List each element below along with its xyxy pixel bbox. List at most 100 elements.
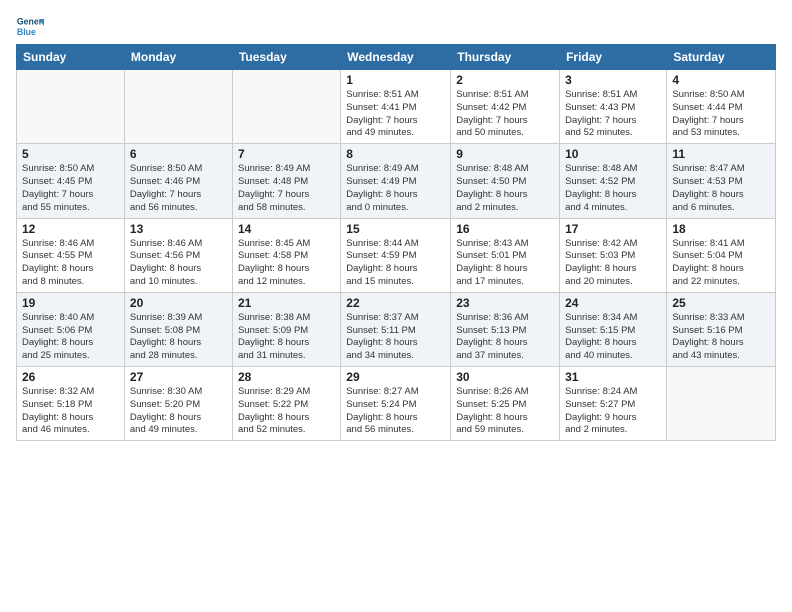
calendar-table: SundayMondayTuesdayWednesdayThursdayFrid…	[16, 44, 776, 441]
day-number: 19	[22, 296, 119, 310]
weekday-header-friday: Friday	[560, 45, 667, 70]
weekday-header-saturday: Saturday	[667, 45, 776, 70]
day-number: 18	[672, 222, 770, 236]
calendar-cell: 2Sunrise: 8:51 AM Sunset: 4:42 PM Daylig…	[451, 70, 560, 144]
day-number: 15	[346, 222, 445, 236]
calendar-cell: 4 Sunrise: 8:50 AM Sunset: 4:44 PM Daylig…	[667, 70, 776, 144]
day-number: 11	[672, 147, 770, 161]
calendar-cell	[667, 367, 776, 441]
calendar-week-row: 5Sunrise: 8:50 AM Sunset: 4:45 PM Daylig…	[17, 144, 776, 218]
day-number: 1	[346, 73, 445, 87]
day-number: 4	[672, 73, 770, 87]
day-number: 25	[672, 296, 770, 310]
day-number: 10	[565, 147, 661, 161]
calendar-cell: 14Sunrise: 8:45 AM Sunset: 4:58 PM Dayli…	[232, 218, 340, 292]
day-number: 28	[238, 370, 335, 384]
day-info: Sunrise: 8:48 AM Sunset: 4:52 PM Dayligh…	[565, 163, 661, 214]
day-info: Sunrise: 8:50 AM Sunset: 4:45 PM Dayligh…	[22, 163, 119, 214]
calendar-cell: 26 Sunrise: 8:32 AM Sunset: 5:18 PM Dayli…	[17, 367, 125, 441]
day-info: Sunrise: 8:51 AM Sunset: 4:43 PM Dayligh…	[565, 89, 661, 140]
weekday-header-row: SundayMondayTuesdayWednesdayThursdayFrid…	[17, 45, 776, 70]
logo: General Blue	[16, 12, 44, 40]
calendar-cell: 31Sunrise: 8:24 AM Sunset: 5:27 PM Dayli…	[560, 367, 667, 441]
day-number: 17	[565, 222, 661, 236]
day-number: 9	[456, 147, 554, 161]
day-info: Sunrise: 8:51 AM Sunset: 4:41 PM Dayligh…	[346, 89, 445, 140]
weekday-header-thursday: Thursday	[451, 45, 560, 70]
weekday-header-sunday: Sunday	[17, 45, 125, 70]
calendar-week-row: 26 Sunrise: 8:32 AM Sunset: 5:18 PM Dayli…	[17, 367, 776, 441]
day-info: Sunrise: 8:24 AM Sunset: 5:27 PM Dayligh…	[565, 386, 661, 437]
day-info: Sunrise: 8:41 AM Sunset: 5:04 PM Dayligh…	[672, 238, 770, 289]
calendar-week-row: 1 Sunrise: 8:51 AM Sunset: 4:41 PM Daylig…	[17, 70, 776, 144]
day-number: 24	[565, 296, 661, 310]
calendar-cell	[232, 70, 340, 144]
day-info: Sunrise: 8:32 AM Sunset: 5:18 PM Dayligh…	[22, 386, 119, 437]
day-number: 26	[22, 370, 119, 384]
calendar-cell: 22 Sunrise: 8:37 AM Sunset: 5:11 PM Dayli…	[341, 292, 451, 366]
calendar-cell: 3 Sunrise: 8:51 AM Sunset: 4:43 PM Daylig…	[560, 70, 667, 144]
day-number: 8	[346, 147, 445, 161]
day-number: 30	[456, 370, 554, 384]
day-number: 16	[456, 222, 554, 236]
day-number: 12	[22, 222, 119, 236]
day-info: Sunrise: 8:48 AM Sunset: 4:50 PM Dayligh…	[456, 163, 554, 214]
day-info: Sunrise: 8:49 AM Sunset: 4:48 PM Dayligh…	[238, 163, 335, 214]
day-info: Sunrise: 8:40 AM Sunset: 5:06 PM Dayligh…	[22, 312, 119, 363]
day-info: Sunrise: 8:47 AM Sunset: 4:53 PM Dayligh…	[672, 163, 770, 214]
calendar-cell: 6 Sunrise: 8:50 AM Sunset: 4:46 PM Daylig…	[124, 144, 232, 218]
svg-text:General: General	[17, 16, 44, 26]
calendar-week-row: 19 Sunrise: 8:40 AM Sunset: 5:06 PM Dayli…	[17, 292, 776, 366]
calendar-cell: 11 Sunrise: 8:47 AM Sunset: 4:53 PM Dayli…	[667, 144, 776, 218]
calendar-cell: 13 Sunrise: 8:46 AM Sunset: 4:56 PM Dayli…	[124, 218, 232, 292]
day-number: 6	[130, 147, 227, 161]
day-info: Sunrise: 8:33 AM Sunset: 5:16 PM Dayligh…	[672, 312, 770, 363]
calendar-cell: 12 Sunrise: 8:46 AM Sunset: 4:55 PM Dayli…	[17, 218, 125, 292]
calendar-cell: 8Sunrise: 8:49 AM Sunset: 4:49 PM Daylig…	[341, 144, 451, 218]
calendar-cell	[124, 70, 232, 144]
header: General Blue	[16, 12, 776, 40]
calendar-cell: 29 Sunrise: 8:27 AM Sunset: 5:24 PM Dayli…	[341, 367, 451, 441]
svg-text:Blue: Blue	[17, 27, 36, 37]
calendar-cell	[17, 70, 125, 144]
day-info: Sunrise: 8:37 AM Sunset: 5:11 PM Dayligh…	[346, 312, 445, 363]
calendar-cell: 9 Sunrise: 8:48 AM Sunset: 4:50 PM Daylig…	[451, 144, 560, 218]
day-info: Sunrise: 8:45 AM Sunset: 4:58 PM Dayligh…	[238, 238, 335, 289]
weekday-header-tuesday: Tuesday	[232, 45, 340, 70]
calendar-cell: 27 Sunrise: 8:30 AM Sunset: 5:20 PM Dayli…	[124, 367, 232, 441]
day-info: Sunrise: 8:50 AM Sunset: 4:44 PM Dayligh…	[672, 89, 770, 140]
calendar-cell: 19 Sunrise: 8:40 AM Sunset: 5:06 PM Dayli…	[17, 292, 125, 366]
day-info: Sunrise: 8:27 AM Sunset: 5:24 PM Dayligh…	[346, 386, 445, 437]
day-info: Sunrise: 8:46 AM Sunset: 4:55 PM Dayligh…	[22, 238, 119, 289]
calendar-cell: 15 Sunrise: 8:44 AM Sunset: 4:59 PM Dayli…	[341, 218, 451, 292]
calendar-cell: 25 Sunrise: 8:33 AM Sunset: 5:16 PM Dayli…	[667, 292, 776, 366]
day-info: Sunrise: 8:34 AM Sunset: 5:15 PM Dayligh…	[565, 312, 661, 363]
calendar-cell: 21Sunrise: 8:38 AM Sunset: 5:09 PM Dayli…	[232, 292, 340, 366]
calendar-cell: 24 Sunrise: 8:34 AM Sunset: 5:15 PM Dayli…	[560, 292, 667, 366]
day-number: 13	[130, 222, 227, 236]
day-number: 23	[456, 296, 554, 310]
calendar-cell: 1 Sunrise: 8:51 AM Sunset: 4:41 PM Daylig…	[341, 70, 451, 144]
day-info: Sunrise: 8:30 AM Sunset: 5:20 PM Dayligh…	[130, 386, 227, 437]
calendar-cell: 28Sunrise: 8:29 AM Sunset: 5:22 PM Dayli…	[232, 367, 340, 441]
day-info: Sunrise: 8:44 AM Sunset: 4:59 PM Dayligh…	[346, 238, 445, 289]
page-container: General Blue SundayMondayTuesdayWednesda…	[0, 0, 792, 449]
calendar-cell: 20Sunrise: 8:39 AM Sunset: 5:08 PM Dayli…	[124, 292, 232, 366]
day-info: Sunrise: 8:36 AM Sunset: 5:13 PM Dayligh…	[456, 312, 554, 363]
day-number: 22	[346, 296, 445, 310]
day-number: 7	[238, 147, 335, 161]
day-info: Sunrise: 8:42 AM Sunset: 5:03 PM Dayligh…	[565, 238, 661, 289]
calendar-cell: 5Sunrise: 8:50 AM Sunset: 4:45 PM Daylig…	[17, 144, 125, 218]
day-info: Sunrise: 8:50 AM Sunset: 4:46 PM Dayligh…	[130, 163, 227, 214]
weekday-header-wednesday: Wednesday	[341, 45, 451, 70]
calendar-cell: 18 Sunrise: 8:41 AM Sunset: 5:04 PM Dayli…	[667, 218, 776, 292]
day-number: 2	[456, 73, 554, 87]
day-number: 3	[565, 73, 661, 87]
day-info: Sunrise: 8:46 AM Sunset: 4:56 PM Dayligh…	[130, 238, 227, 289]
day-number: 29	[346, 370, 445, 384]
day-info: Sunrise: 8:26 AM Sunset: 5:25 PM Dayligh…	[456, 386, 554, 437]
day-number: 27	[130, 370, 227, 384]
logo-icon: General Blue	[16, 12, 44, 40]
calendar-cell: 16 Sunrise: 8:43 AM Sunset: 5:01 PM Dayli…	[451, 218, 560, 292]
day-info: Sunrise: 8:43 AM Sunset: 5:01 PM Dayligh…	[456, 238, 554, 289]
